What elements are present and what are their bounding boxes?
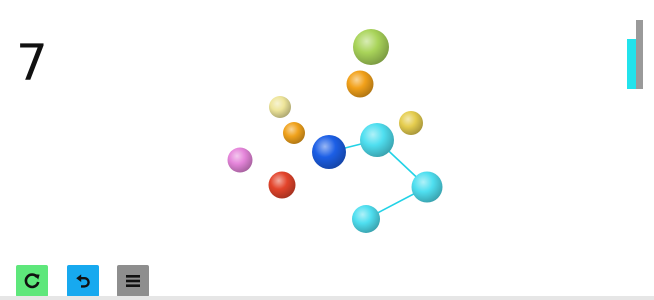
progress-fill (627, 39, 636, 89)
orange-sphere-small[interactable] (283, 122, 305, 144)
restart-icon (22, 271, 42, 291)
pink-sphere[interactable] (227, 147, 253, 173)
orange-sphere-top[interactable] (346, 70, 374, 98)
floor-line (0, 296, 654, 300)
progress-track (636, 20, 643, 89)
lime-sphere[interactable] (353, 29, 389, 65)
menu-icon (123, 271, 143, 291)
blue-sphere[interactable] (312, 135, 346, 169)
gold-sphere[interactable] (399, 111, 423, 135)
undo-icon (73, 271, 93, 291)
restart-button[interactable] (16, 265, 48, 297)
cyan-sphere-3[interactable] (352, 205, 380, 233)
cyan-sphere-1[interactable] (360, 123, 394, 157)
pale-yellow-sphere[interactable] (269, 96, 291, 118)
atoms-layer (227, 29, 443, 233)
molecule-scene[interactable] (0, 0, 654, 300)
undo-button[interactable] (67, 265, 99, 297)
progress-meter (625, 20, 645, 89)
red-sphere[interactable] (268, 171, 296, 199)
menu-button[interactable] (117, 265, 149, 297)
cyan-sphere-2[interactable] (411, 171, 443, 203)
